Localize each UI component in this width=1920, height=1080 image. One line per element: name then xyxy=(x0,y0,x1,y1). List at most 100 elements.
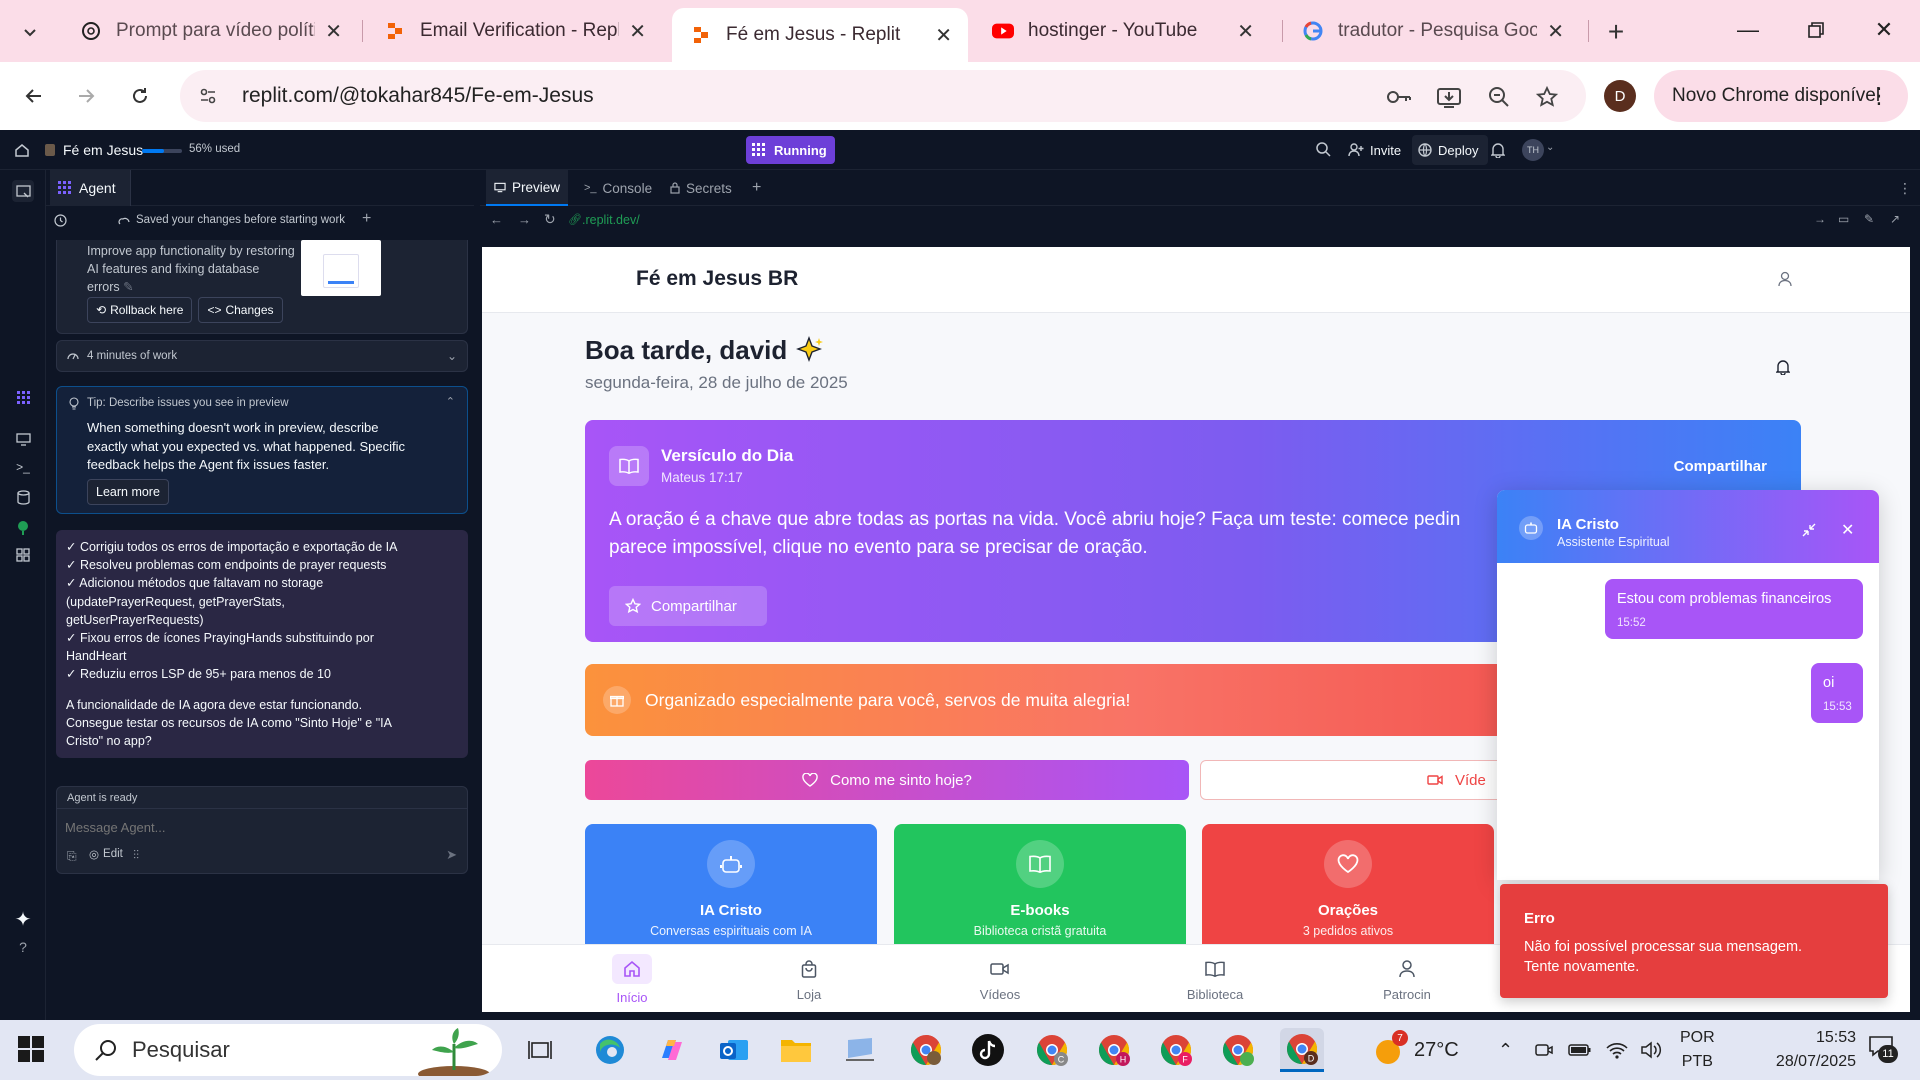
copilot-icon[interactable] xyxy=(650,1028,694,1072)
close-tab-icon[interactable]: ✕ xyxy=(629,19,646,44)
deploy-tree-icon[interactable] xyxy=(12,516,34,538)
password-key-icon[interactable] xyxy=(1384,82,1414,112)
more-vert-icon[interactable]: ⋮ xyxy=(1868,83,1890,109)
user-avatar[interactable]: TH xyxy=(1522,139,1544,161)
chrome-profile-c-icon[interactable]: C xyxy=(1030,1028,1074,1072)
nav-item-patrocinio[interactable]: Patrocin xyxy=(1362,945,1452,1012)
learn-more-button[interactable]: Learn more xyxy=(87,479,169,505)
history-icon[interactable] xyxy=(54,214,67,232)
database-icon[interactable] xyxy=(12,486,34,508)
tab-search-button[interactable] xyxy=(12,14,48,50)
reload-icon[interactable]: ↻ xyxy=(544,211,556,228)
browser-tab-youtube[interactable]: hostinger - YouTube ✕ xyxy=(974,8,1270,54)
back-button[interactable] xyxy=(14,76,54,116)
home-icon[interactable] xyxy=(14,142,30,163)
forward-icon[interactable]: → xyxy=(518,212,531,227)
install-app-icon[interactable] xyxy=(1434,82,1464,112)
add-tab-button[interactable]: + xyxy=(744,170,769,206)
back-icon[interactable]: ← xyxy=(490,212,503,227)
preview-layout-icon[interactable] xyxy=(12,180,34,202)
search-icon[interactable] xyxy=(1316,142,1331,162)
send-icon[interactable]: ➤ xyxy=(446,847,457,863)
close-tab-icon[interactable]: ✕ xyxy=(1237,19,1254,44)
chrome-update-button[interactable]: Novo Chrome disponível ⋮ xyxy=(1654,70,1908,122)
preview-url[interactable]: .replit.dev/ xyxy=(582,213,640,227)
battery-icon[interactable] xyxy=(1568,1020,1592,1080)
work-time-row[interactable]: 4 minutes of work ⌄ xyxy=(56,340,468,372)
feature-card-ebooks[interactable]: E-books Biblioteca cristã gratuita xyxy=(894,824,1186,954)
help-icon[interactable]: ? xyxy=(12,936,34,958)
error-toast[interactable]: Erro Não foi possível processar sua mens… xyxy=(1500,884,1888,998)
bell-icon[interactable] xyxy=(1490,142,1506,163)
input-language[interactable]: POR PTB xyxy=(1680,1020,1715,1080)
outlook-icon[interactable] xyxy=(712,1028,756,1072)
file-explorer-icon[interactable] xyxy=(774,1028,818,1072)
external-link-icon[interactable]: ↗ xyxy=(1890,212,1900,226)
windows-start-icon[interactable] xyxy=(18,1036,44,1062)
close-window-button[interactable]: ✕ xyxy=(1862,10,1906,50)
tab-secrets[interactable]: Secrets xyxy=(662,170,740,206)
chevron-up-icon[interactable]: ⌃ xyxy=(1498,1020,1513,1080)
chrome-profile-photo-icon[interactable] xyxy=(1216,1028,1260,1072)
profile-avatar[interactable]: D xyxy=(1604,80,1636,112)
chevron-down-icon[interactable]: ⌄ xyxy=(1546,142,1554,153)
project-name[interactable]: Fé em Jesus xyxy=(63,142,143,158)
tab-agent[interactable]: Agent xyxy=(50,169,131,206)
feature-card-oracoes[interactable]: Orações 3 pedidos ativos xyxy=(1202,824,1494,954)
volume-icon[interactable] xyxy=(1640,1020,1662,1080)
verse-share-link[interactable]: Compartilhar xyxy=(1674,458,1767,475)
task-view-icon[interactable] xyxy=(518,1028,562,1072)
tab-preview[interactable]: Preview xyxy=(486,170,568,206)
taskbar-search[interactable]: Pesquisar xyxy=(74,1024,502,1076)
deploy-button[interactable]: Deploy xyxy=(1412,135,1489,165)
nav-item-videos[interactable]: Vídeos xyxy=(955,945,1045,1012)
user-icon[interactable] xyxy=(1778,271,1792,292)
tools-icon[interactable]: ✎ xyxy=(1864,212,1874,226)
tab-console[interactable]: >_ Console xyxy=(576,170,660,206)
checkpoint-thumbnail[interactable] xyxy=(301,240,381,296)
reload-button[interactable] xyxy=(120,76,160,116)
tiktok-icon[interactable] xyxy=(966,1028,1010,1072)
how-i-feel-button[interactable]: Como me sinto hoje? xyxy=(585,760,1189,800)
shell-icon[interactable]: >_ xyxy=(12,456,34,478)
open-arrow-icon[interactable]: → xyxy=(1814,212,1826,226)
bell-icon[interactable] xyxy=(1775,359,1791,380)
wifi-icon[interactable] xyxy=(1606,1020,1628,1080)
close-icon[interactable]: ✕ xyxy=(1841,520,1854,540)
nav-item-loja[interactable]: Loja xyxy=(764,945,854,1012)
browser-tab-google[interactable]: tradutor - Pesquisa Google ✕ xyxy=(1284,8,1580,54)
run-status-button[interactable]: Running xyxy=(746,136,835,164)
clock[interactable]: 15:53 28/07/2025 xyxy=(1754,1020,1856,1080)
notification-center[interactable]: 11 xyxy=(1868,1020,1898,1080)
zoom-icon[interactable] xyxy=(1484,82,1514,112)
chrome-profile-h-icon[interactable]: H xyxy=(1092,1028,1136,1072)
rollback-button[interactable]: ⟲ Rollback here xyxy=(87,297,193,323)
browser-tab-prompt[interactable]: Prompt para vídeo político ✕ xyxy=(62,8,358,54)
chrome-active-icon[interactable]: D xyxy=(1280,1028,1324,1072)
message-agent-input[interactable] xyxy=(65,815,455,839)
meet-icon[interactable] xyxy=(1534,1020,1554,1080)
attach-icon[interactable]: ⎘ xyxy=(67,849,77,864)
settings-sliders-icon[interactable]: ⫶⫶ xyxy=(133,848,139,863)
minimize-icon[interactable] xyxy=(1802,523,1816,540)
new-tab-button[interactable]: + xyxy=(1598,14,1634,50)
pencil-icon[interactable]: ✎ xyxy=(123,280,133,294)
add-icon[interactable]: ✦ xyxy=(12,908,34,931)
close-tab-icon[interactable]: ✕ xyxy=(935,23,952,48)
new-chat-icon[interactable]: + xyxy=(362,210,371,228)
more-vert-icon[interactable]: ⋮ xyxy=(1890,170,1920,206)
app-window-icon[interactable] xyxy=(838,1028,882,1072)
nav-item-inicio[interactable]: Início xyxy=(587,945,677,1012)
chrome-profile-icon[interactable] xyxy=(904,1028,948,1072)
edge-icon[interactable] xyxy=(588,1028,632,1072)
apps-grid-icon[interactable] xyxy=(12,544,34,566)
address-bar[interactable]: replit.com/@tokahar845/Fe-em-Jesus xyxy=(180,70,1586,122)
feature-card-ia-cristo[interactable]: IA Cristo Conversas espirituais com IA xyxy=(585,824,877,954)
weather-widget[interactable]: 7 27°C xyxy=(1372,1020,1459,1080)
forward-button[interactable] xyxy=(66,76,106,116)
chrome-profile-f-icon[interactable]: F xyxy=(1154,1028,1198,1072)
restore-button[interactable] xyxy=(1794,10,1838,50)
close-tab-icon[interactable]: ✕ xyxy=(325,19,342,44)
bookmark-star-icon[interactable] xyxy=(1532,82,1562,112)
share-button[interactable]: Compartilhar xyxy=(609,586,767,626)
